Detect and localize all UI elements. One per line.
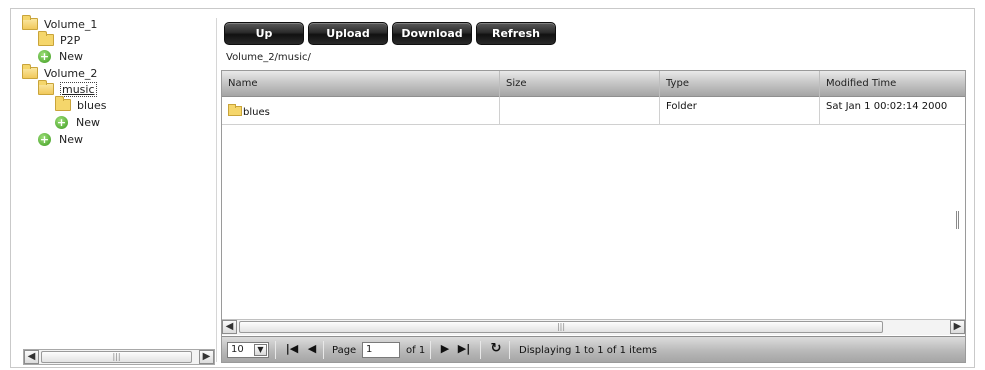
pager-separator [323, 341, 324, 359]
tree-item-label: New [76, 115, 100, 129]
file-grid: Name Size Type Modified Time blues Folde… [221, 70, 966, 363]
folder-open-icon [22, 15, 38, 30]
grid-header: Name Size Type Modified Time [222, 71, 965, 97]
table-row[interactable]: blues Folder Sat Jan 1 00:02:14 2000 [222, 97, 965, 125]
first-page-icon[interactable]: |◀ [284, 341, 300, 357]
add-icon: + [38, 132, 51, 146]
tree-item-volume-2[interactable]: Volume_2 [22, 64, 98, 81]
panel-divider [216, 18, 217, 362]
tree-item-label: New [59, 49, 83, 63]
pager-separator [480, 341, 481, 359]
chevron-left-icon[interactable]: ◀ [222, 320, 237, 334]
next-page-icon[interactable]: ▶ [437, 341, 453, 357]
column-header-modified-time[interactable]: Modified Time [820, 71, 965, 97]
refresh-button[interactable]: Refresh [476, 22, 556, 45]
pager-separator [509, 341, 510, 359]
tree-item-music[interactable]: music [38, 80, 97, 97]
folder-icon [228, 104, 242, 116]
chevron-left-icon[interactable]: ◀ [24, 350, 39, 364]
pager-separator [430, 341, 431, 359]
tree-item-new-music[interactable]: + New [55, 114, 100, 130]
page-size-value: 10 [231, 344, 244, 355]
tree-item-label: P2P [60, 33, 81, 47]
folder-icon [38, 31, 54, 46]
up-button[interactable]: Up [224, 22, 304, 45]
column-header-size[interactable]: Size [500, 71, 660, 97]
column-header-type[interactable]: Type [660, 71, 820, 97]
upload-button[interactable]: Upload [308, 22, 388, 45]
folder-open-icon [38, 80, 54, 95]
cell-name[interactable]: blues [222, 97, 500, 125]
last-page-icon[interactable]: ▶| [456, 341, 472, 357]
refresh-icon[interactable]: ↻ [488, 341, 504, 357]
tree-item-new-volume-1[interactable]: + New [38, 48, 83, 64]
add-icon: + [38, 49, 51, 63]
page-of-label: of 1 [406, 344, 426, 356]
add-icon: + [55, 115, 68, 129]
download-button[interactable]: Download [392, 22, 472, 45]
cell-size [500, 97, 660, 125]
cell-modified-time: Sat Jan 1 00:02:14 2000 [826, 101, 948, 112]
current-path: Volume_2/music/ [226, 52, 311, 63]
tree-item-label: blues [77, 98, 107, 112]
chevron-right-icon[interactable]: ▶ [950, 320, 965, 334]
pager-status: Displaying 1 to 1 of 1 items [519, 344, 657, 356]
toolbar: Up Upload Download Refresh [224, 22, 556, 45]
tree-item-label: Volume_2 [44, 66, 98, 80]
tree-item-label: music [60, 81, 97, 97]
folder-open-icon [22, 64, 38, 79]
cell-type: Folder [660, 97, 820, 125]
column-header-name[interactable]: Name [222, 71, 500, 97]
tree-item-label: New [59, 132, 83, 146]
scrollbar-thumb[interactable]: ||| [239, 321, 883, 333]
vertical-scroll-grip[interactable] [956, 211, 959, 229]
tree-horizontal-scrollbar[interactable]: ◀ ||| ▶ [23, 349, 215, 365]
pager-separator [275, 341, 276, 359]
tree-item-label: Volume_1 [44, 17, 98, 31]
tree-item-blues[interactable]: blues [55, 96, 107, 113]
tree-item-new-volume-2[interactable]: + New [38, 131, 83, 147]
tree-item-volume-1[interactable]: Volume_1 [22, 15, 98, 32]
page-size-select[interactable]: 10 ▼ [227, 342, 269, 358]
scrollbar-thumb[interactable]: ||| [41, 351, 192, 363]
page-label: Page [332, 344, 357, 356]
file-name-text: blues [243, 107, 270, 118]
previous-page-icon[interactable]: ◀ [304, 341, 320, 357]
chevron-down-icon[interactable]: ▼ [254, 344, 267, 356]
page-number-input[interactable]: 1 [362, 342, 400, 358]
chevron-right-icon[interactable]: ▶ [199, 350, 214, 364]
grid-horizontal-scrollbar[interactable]: ◀ ||| ▶ [222, 319, 965, 335]
tree-item-p2p[interactable]: P2P [38, 31, 81, 48]
pager-bar: 10 ▼ |◀ ◀ Page 1 of 1 ▶ ▶| ↻ Displaying … [222, 336, 965, 362]
folder-icon [55, 96, 71, 111]
